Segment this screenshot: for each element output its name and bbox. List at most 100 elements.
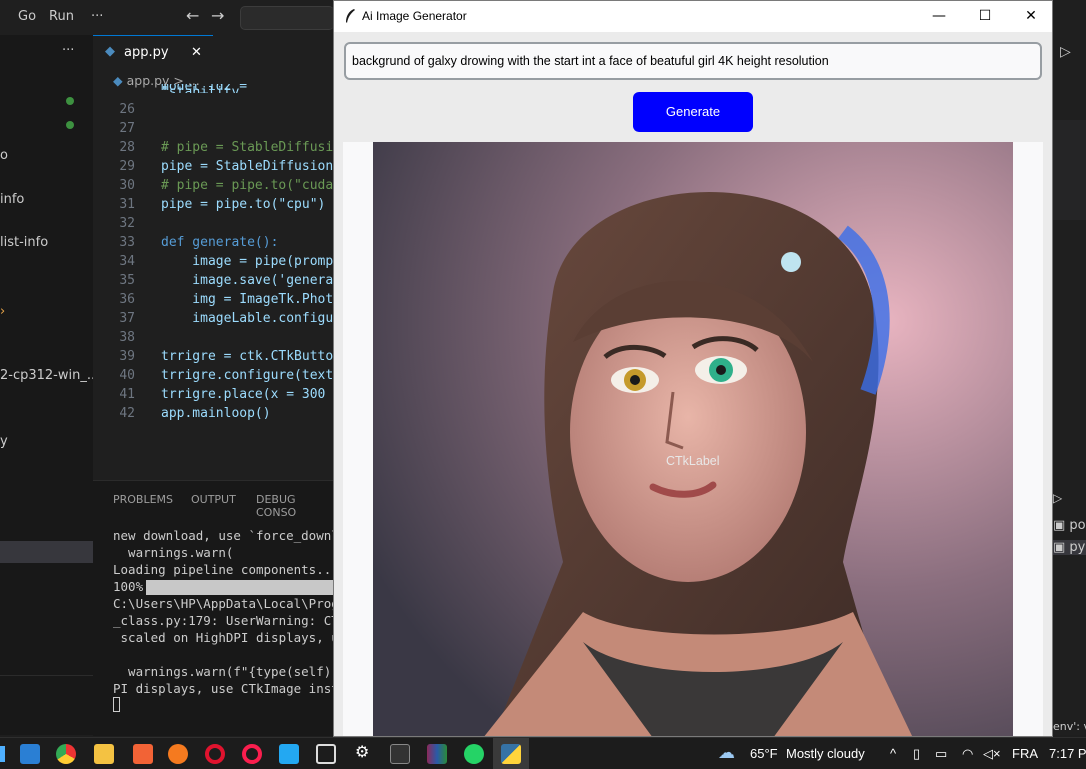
chevron-right-icon[interactable]: ▷ [1053,491,1062,505]
code-text: # pipe = pipe.to("cuda [161,178,333,193]
minimize-icon[interactable]: — [916,1,962,32]
code-text: trrigre.configure(text [161,368,333,383]
tab-problems[interactable]: PROBLEMS [113,493,173,506]
line-number: 33 [119,235,135,250]
code-line[interactable]: 41 trrigre.place(x = 300 [93,385,333,404]
prompt-input[interactable] [344,42,1042,80]
progress-bar [146,580,333,595]
code-text: pipe = StableDiffusionI [161,159,333,174]
start-icon[interactable] [0,746,5,762]
line-number: 39 [119,349,135,364]
tab-label: app.py [124,45,169,60]
line-number: 34 [119,254,135,269]
generated-image [373,142,1013,736]
firefox-icon[interactable] [168,744,188,764]
code-line[interactable]: 31 pipe = pipe.to("cpu") [93,195,333,214]
wifi-icon[interactable]: ◠ [962,746,973,762]
menu-go[interactable]: Go [18,9,36,24]
window-titlebar[interactable]: Ai Image Generator — ☐ ✕ [334,1,1052,32]
run-icon[interactable]: ▷ [1060,44,1071,60]
code-line[interactable]: 36 img = ImageTk.Photo [93,290,333,309]
terminal-instance-pow[interactable]: ▣ pow [1053,518,1086,533]
winrar-icon[interactable] [427,744,447,764]
terminal-instance-py[interactable]: ▣ py [1053,540,1086,555]
chevron-up-icon[interactable]: ^ [890,746,896,761]
terminal-line: new download, use `force_downloa [113,528,333,543]
chrome-icon[interactable] [56,744,76,764]
sidebar-item[interactable]: y [0,434,8,449]
settings-icon[interactable]: ⚙ [355,742,369,761]
sidebar-selected-row[interactable] [0,541,93,563]
weather-desc[interactable]: Mostly cloudy [786,746,865,761]
code-line[interactable]: 39 trrigre = ctk.CTkButton [93,347,333,366]
code-line[interactable]: 42 app.mainloop() [93,404,333,423]
line-number: 42 [119,406,135,421]
brave-icon[interactable] [133,744,153,764]
menu-run[interactable]: Run [49,9,74,24]
sidebar-item[interactable]: 2-cp312-win_... [0,368,99,383]
close-icon[interactable]: ✕ [1008,1,1052,32]
whatsapp-icon[interactable] [464,744,484,764]
terminal-line: C:\Users\HP\AppData\Local\Progra [113,596,333,611]
opera-icon[interactable] [205,744,225,764]
line-number: 35 [119,273,135,288]
code-text: app.mainloop() [161,406,271,421]
python-icon [501,744,521,764]
device-icon[interactable]: ▯ [913,746,920,762]
code-line[interactable]: 35 image.save('genera [93,271,333,290]
line-number: 41 [119,387,135,402]
code-line[interactable]: 40 trrigre.configure(text [93,366,333,385]
sidebar-item[interactable]: info [0,192,24,207]
terminal-icon[interactable] [390,744,410,764]
back-arrow-icon[interactable]: ← [186,6,199,25]
clock[interactable]: 7:17 PM [1049,746,1086,761]
line-number: 37 [119,311,135,326]
code-line[interactable]: 34 image = pipe(prompt [93,252,333,271]
window-title: Ai Image Generator [362,9,467,23]
tab-debug-console[interactable]: DEBUG CONSO [256,493,333,519]
language-indicator[interactable]: FRA [1012,746,1038,761]
explorer-more-icon[interactable]: ··· [62,43,74,58]
divider [0,675,93,676]
code-text: def generate(): [161,235,279,250]
line-number: 32 [119,216,135,231]
box-icon[interactable] [316,744,336,764]
line-number: 40 [119,368,135,383]
menu-more[interactable]: ··· [91,9,103,24]
terminal-label: pow [1069,518,1086,533]
volume-icon[interactable]: ◁× [983,746,1001,762]
code-text: pipe = pipe.to("cpu") [161,197,326,212]
git-status-dot [66,121,74,129]
python-active-task[interactable] [493,738,529,769]
sidebar-item[interactable]: o [0,148,8,163]
code-line[interactable]: 28 # pipe = StableDiffusi [93,138,333,157]
code-line[interactable]: 37 imageLable.configu [93,309,333,328]
ai-image-generator-window: Ai Image Generator — ☐ ✕ Generate [333,0,1053,737]
code-line[interactable]: 26 [93,100,333,119]
maximize-icon[interactable]: ☐ [962,1,1008,32]
weather-temp[interactable]: 65°F [750,746,778,761]
vscode-right-edge: ▷ ▷ ▣ pow ▣ py env': v [1053,35,1086,735]
terminal-line: warnings.warn(f"{type(self).__ [113,664,333,679]
line-number: 27 [119,121,135,136]
weather-icon[interactable]: ☁ [718,743,735,763]
command-center[interactable] [240,6,334,30]
mail-icon[interactable] [20,744,40,764]
forward-arrow-icon[interactable]: → [211,6,224,25]
file-explorer-icon[interactable] [94,744,114,764]
vscode-icon[interactable] [279,744,299,764]
battery-icon[interactable]: ▭ [935,746,947,762]
code-line[interactable]: 27 [93,119,333,138]
generate-button[interactable]: Generate [633,92,753,132]
minimap[interactable] [1053,120,1086,220]
code-line[interactable]: 32 [93,214,333,233]
code-line[interactable]: 30 # pipe = pipe.to("cuda [93,176,333,195]
tab-close-icon[interactable]: ✕ [191,45,202,60]
tab-app-py[interactable]: ◆ app.py ✕ [93,35,213,71]
opera-gx-icon[interactable] [242,744,262,764]
tab-output[interactable]: OUTPUT [191,493,236,506]
code-line[interactable]: 38 [93,328,333,347]
code-line[interactable]: 33 def generate(): [93,233,333,252]
code-line[interactable]: 29 pipe = StableDiffusionI [93,157,333,176]
sidebar-item[interactable]: list-info [0,235,48,250]
